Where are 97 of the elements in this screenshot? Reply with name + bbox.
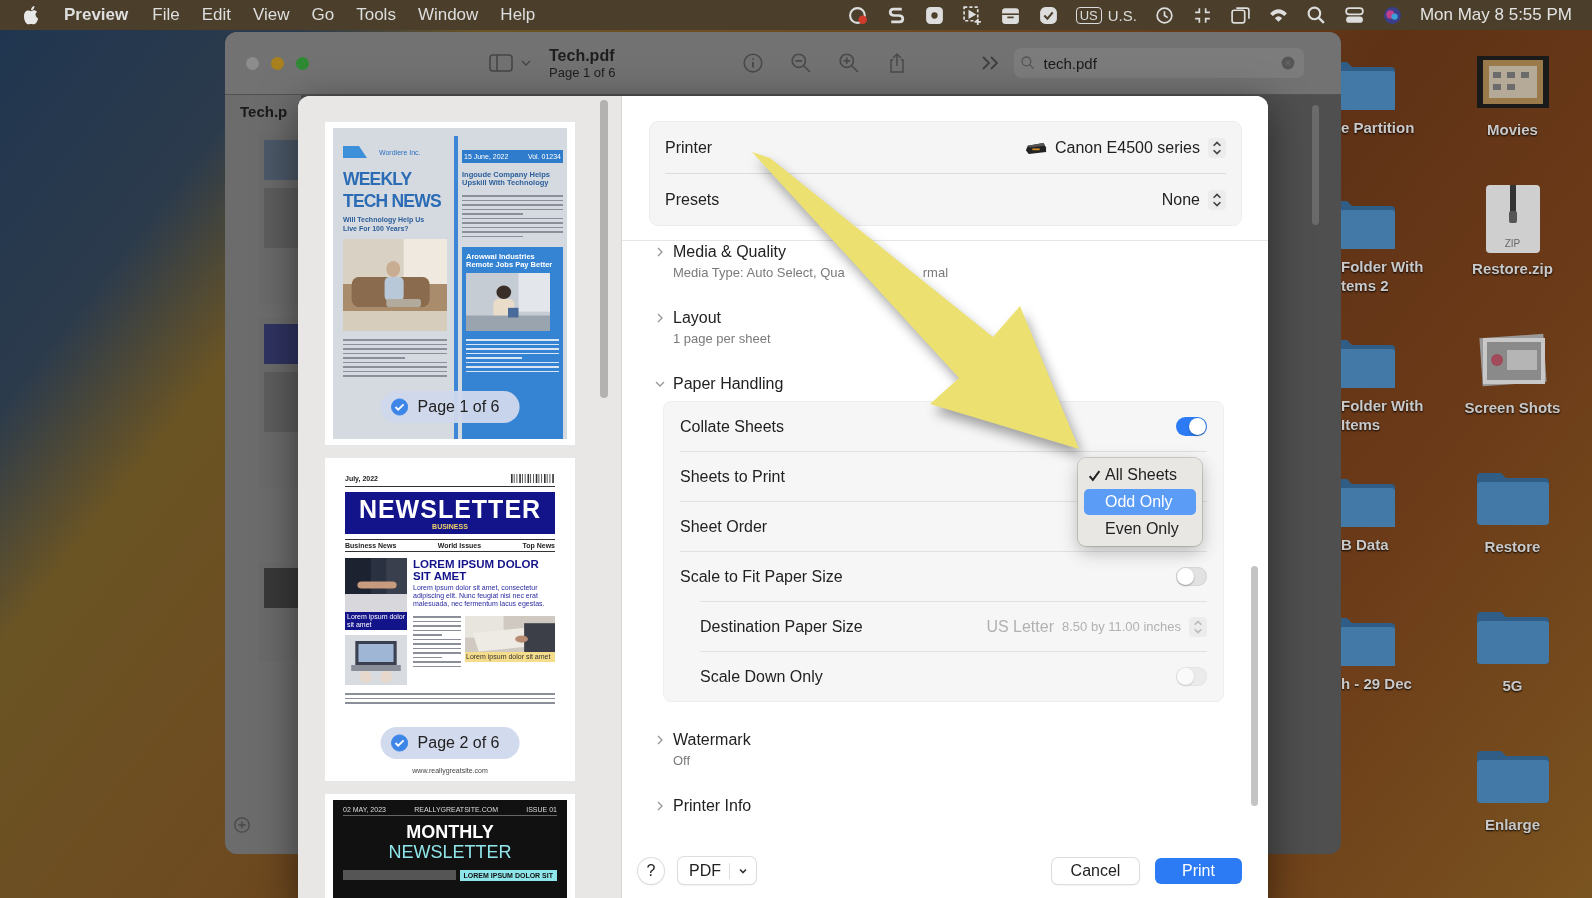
desktop-icon-label[interactable]: Folder With tems 2 bbox=[1341, 257, 1424, 295]
menu-bar-clock: Mon May 8 5:55 PM bbox=[1419, 5, 1572, 25]
history-icon[interactable] bbox=[1153, 4, 1175, 26]
document-title: Tech.pdf bbox=[549, 46, 616, 65]
menu-item[interactable]: File bbox=[152, 5, 180, 25]
desktop-icon-label[interactable]: Folder With Items bbox=[1341, 396, 1424, 434]
screenshot-icon[interactable] bbox=[961, 4, 983, 26]
headline: TECH NEWS bbox=[343, 190, 442, 212]
desktop-icon-label[interactable]: Restore bbox=[1484, 537, 1541, 556]
page-thumbnail[interactable] bbox=[325, 458, 575, 781]
siri-icon[interactable] bbox=[1381, 4, 1403, 26]
menu-item[interactable]: Window bbox=[417, 5, 479, 25]
stepper-icon bbox=[1208, 137, 1226, 158]
printer-popup[interactable]: Canon E4500 series bbox=[1025, 137, 1226, 158]
section-header[interactable]: Watermark bbox=[655, 729, 1224, 750]
checkmark-icon[interactable] bbox=[1037, 4, 1059, 26]
text-lines-drawing bbox=[413, 616, 461, 667]
apple-menu-icon[interactable] bbox=[22, 4, 40, 26]
menu-item[interactable]: Tools bbox=[356, 5, 396, 25]
headline: LOREM IPSUM DOLOR SIT AMET bbox=[413, 558, 540, 582]
setting-label: Scale to Fit Paper Size bbox=[680, 567, 843, 586]
masthead-subtitle: NEWSLETTER bbox=[388, 842, 512, 862]
input-source-badge[interactable]: US bbox=[1075, 6, 1102, 24]
section-header[interactable]: Printer Info bbox=[655, 795, 1224, 816]
setting-label: Printer bbox=[665, 138, 713, 157]
zoom-in-icon[interactable] bbox=[837, 52, 860, 74]
help-button[interactable]: ? bbox=[638, 857, 664, 884]
presets-popup[interactable]: None bbox=[1161, 189, 1226, 210]
document-page-count: Page 1 of 6 bbox=[549, 64, 616, 80]
desktop-icon-label[interactable]: Movies bbox=[1487, 120, 1538, 139]
toggle-switch[interactable] bbox=[1176, 567, 1207, 586]
section-summary: Off bbox=[673, 753, 691, 768]
section-header[interactable]: Layout bbox=[655, 307, 1224, 328]
chevron-icon bbox=[655, 312, 665, 323]
menu-item[interactable]: Help bbox=[500, 5, 536, 25]
zip-file-icon: ZIP bbox=[1485, 185, 1540, 253]
checkbox-icon[interactable] bbox=[390, 734, 409, 752]
menu-option[interactable]: All Sheets bbox=[1084, 462, 1196, 488]
cloud-app-icon[interactable] bbox=[847, 4, 869, 26]
app-menu[interactable]: Preview bbox=[64, 5, 129, 25]
control-center-icon[interactable] bbox=[1343, 4, 1365, 26]
chevron-icon bbox=[655, 800, 665, 811]
info-icon[interactable] bbox=[741, 52, 764, 74]
menu-item[interactable]: View bbox=[252, 5, 290, 25]
search-icon[interactable] bbox=[1305, 4, 1327, 26]
sidebar-title: Tech.p bbox=[240, 103, 288, 120]
setting-label: Sheet Order bbox=[680, 517, 768, 536]
zoom-out-icon[interactable] bbox=[789, 52, 812, 74]
print-button[interactable]: Print bbox=[1155, 857, 1242, 884]
setting-label: Sheets to Print bbox=[680, 467, 785, 486]
desktop-icon-label[interactable]: 5G bbox=[1502, 676, 1523, 695]
more-toolbar-icon[interactable] bbox=[979, 55, 1000, 71]
section-header[interactable]: Paper Handling bbox=[655, 373, 1224, 394]
desktop-icon-label[interactable]: B Data bbox=[1341, 535, 1389, 554]
page-badge[interactable]: Page 1 of 6 bbox=[380, 391, 520, 423]
scrollbar[interactable] bbox=[600, 100, 608, 398]
chevron-icon bbox=[655, 734, 665, 745]
pdf-menu-button[interactable]: PDF bbox=[678, 857, 756, 884]
section-header[interactable]: Media & Quality bbox=[655, 241, 1224, 262]
section-summary: 1 page per sheet bbox=[673, 331, 771, 346]
checkbox-icon[interactable] bbox=[390, 398, 409, 416]
desktop-icon-label[interactable]: e Partition bbox=[1341, 118, 1415, 137]
printer-icon bbox=[1025, 140, 1047, 155]
cancel-button[interactable]: Cancel bbox=[1052, 857, 1139, 884]
setting-label: Scale Down Only bbox=[700, 667, 823, 686]
stepper-icon bbox=[1208, 189, 1226, 210]
stepper-icon bbox=[1189, 616, 1207, 637]
chevron-down-icon[interactable] bbox=[521, 58, 531, 68]
search-input[interactable]: tech.pdf bbox=[1041, 53, 1274, 73]
search-icon bbox=[1019, 55, 1036, 71]
search-field[interactable]: tech.pdf bbox=[1013, 48, 1304, 78]
menu-item[interactable]: Edit bbox=[201, 5, 231, 25]
desktop-icon-label[interactable]: Enlarge bbox=[1485, 815, 1540, 834]
page-badge[interactable]: Page 2 of 6 bbox=[380, 727, 520, 759]
masthead-title: MONTHLY bbox=[406, 822, 494, 842]
setting-label: Presets bbox=[665, 190, 720, 209]
setting-label: Destination Paper Size bbox=[700, 617, 863, 636]
windows-icon[interactable] bbox=[1229, 4, 1251, 26]
section-summary: Media Type: Auto Select, Qua bbox=[673, 265, 845, 280]
scrollbar[interactable] bbox=[1312, 105, 1319, 225]
input-source-label: U.S. bbox=[1107, 6, 1137, 24]
desktop-icon-label[interactable]: h - 29 Dec bbox=[1341, 674, 1412, 693]
menu-option[interactable]: Even Only bbox=[1084, 516, 1196, 542]
barcode-icon bbox=[511, 474, 555, 483]
section-summary: rmal bbox=[922, 265, 949, 280]
chevron-icon bbox=[655, 246, 665, 257]
masthead-title: NEWSLETTER bbox=[358, 495, 542, 523]
app-icon[interactable] bbox=[923, 4, 945, 26]
headline: WEEKLY bbox=[343, 168, 413, 190]
desktop-icon-label[interactable]: Restore.zip bbox=[1472, 259, 1553, 278]
desktop-icon-label[interactable]: Screen Shots bbox=[1464, 398, 1561, 417]
toggle-switch[interactable] bbox=[1176, 417, 1207, 436]
logo-icon bbox=[343, 146, 367, 158]
sidebar-toggle-icon[interactable] bbox=[489, 54, 513, 72]
menu-item[interactable]: Go bbox=[311, 5, 335, 25]
scrollbar[interactable] bbox=[1251, 566, 1258, 806]
setting-label: Collate Sheets bbox=[680, 417, 785, 436]
